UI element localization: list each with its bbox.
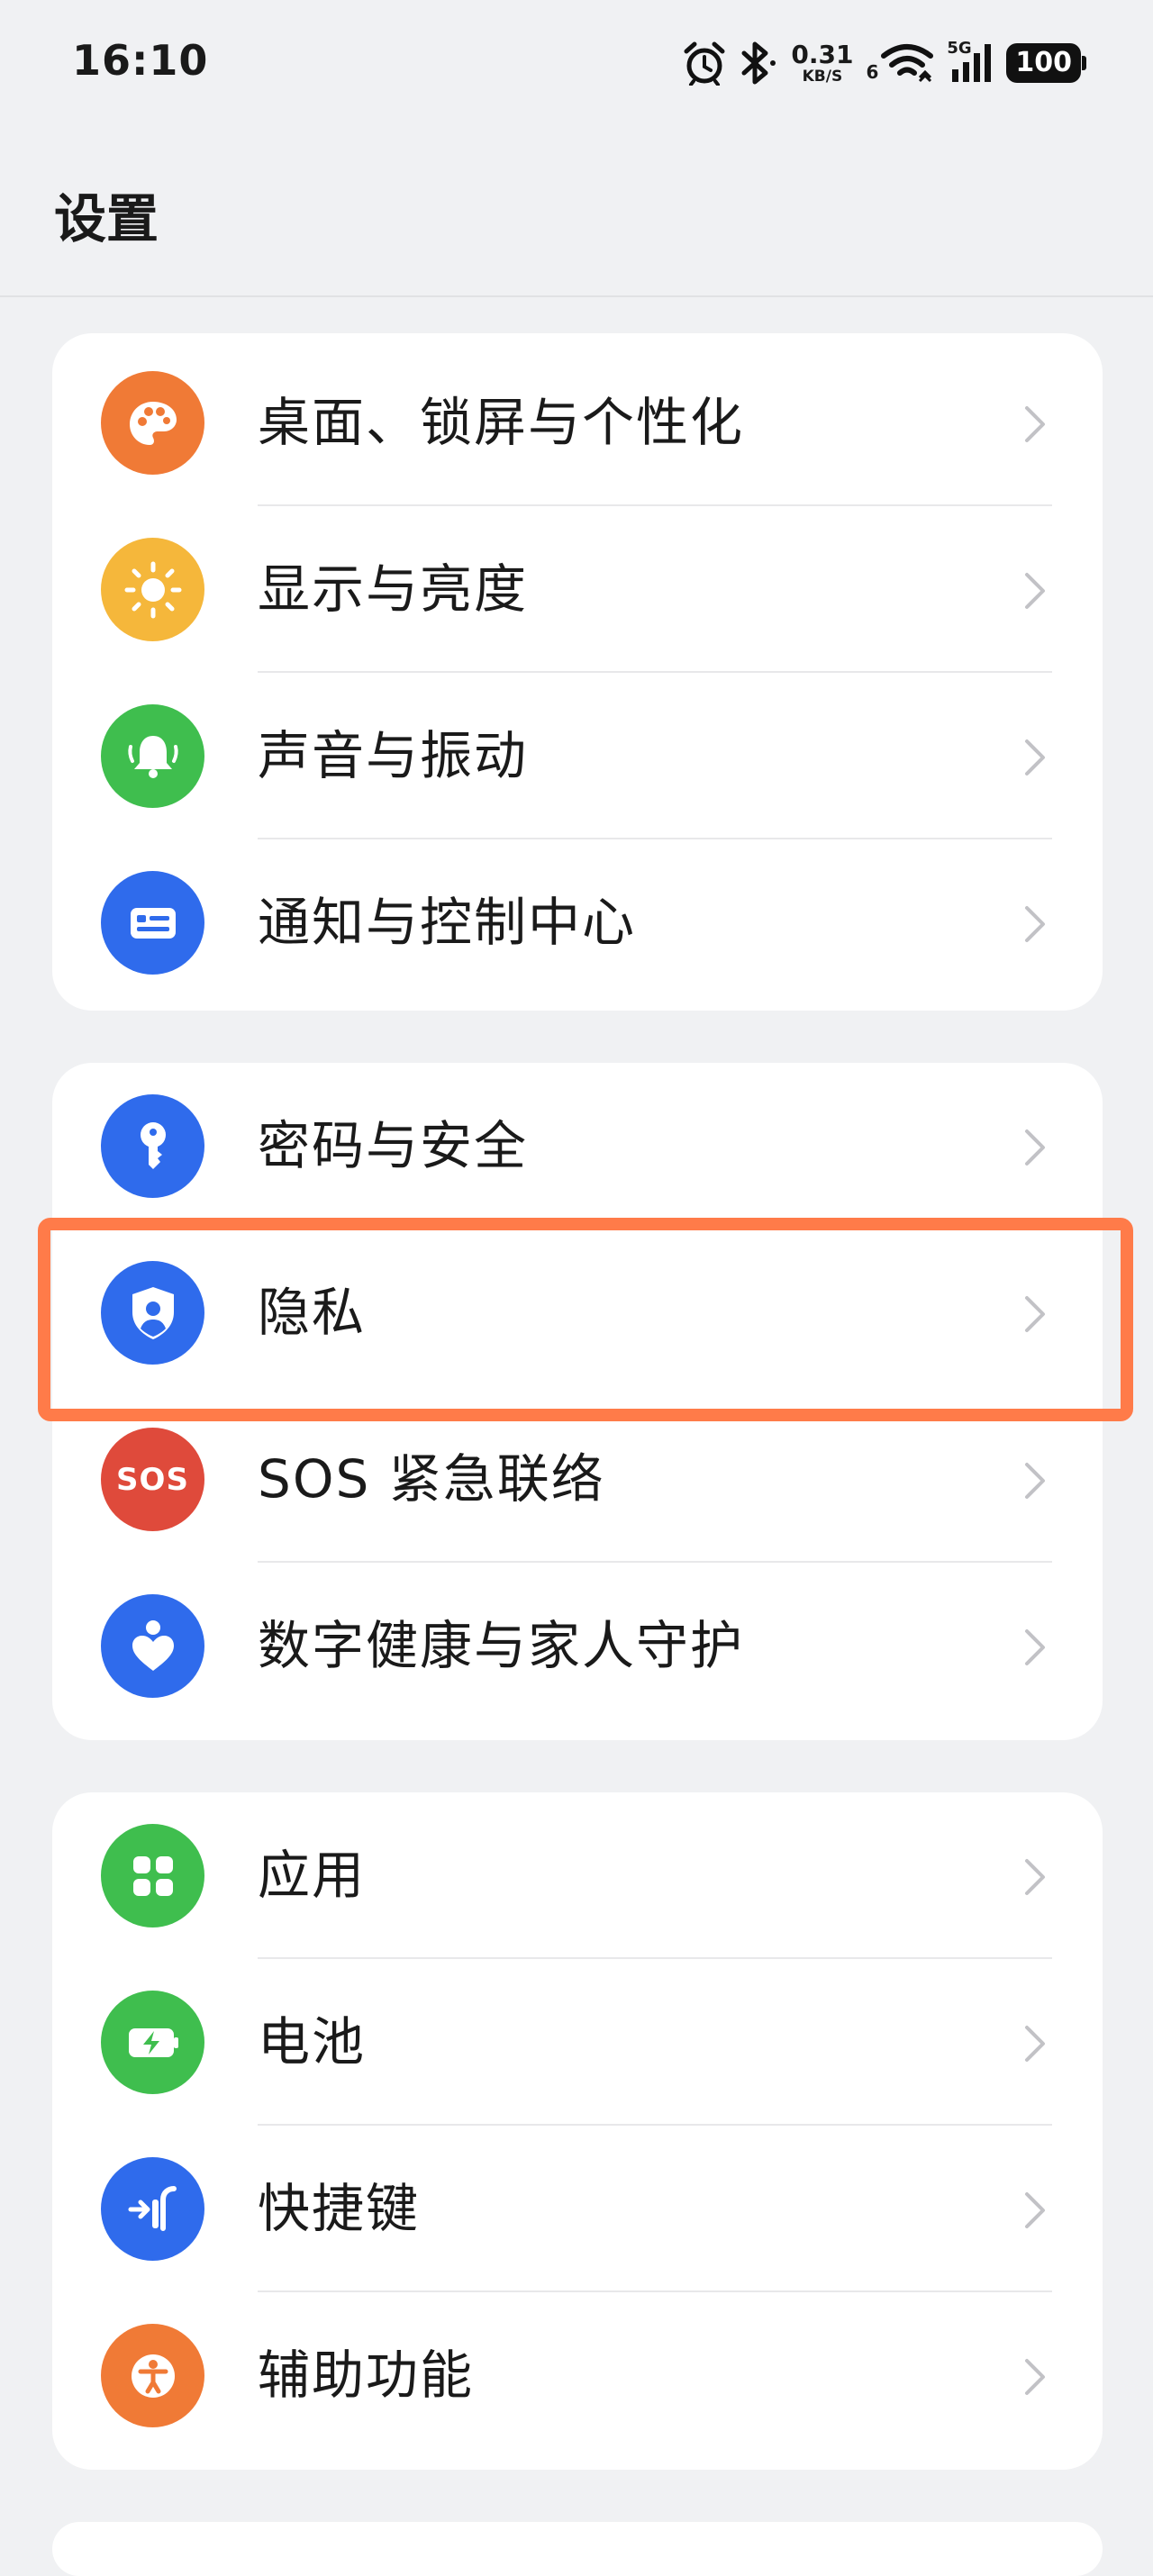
settings-item-apps[interactable]: 应用: [52, 1792, 1103, 1959]
settings-item-sound[interactable]: 声音与振动: [52, 673, 1103, 839]
cellular-signal-icon: 5G: [947, 39, 994, 84]
chevron-right-icon: [1025, 739, 1045, 776]
settings-item-label: 快捷键: [258, 2178, 421, 2239]
settings-item-notifications[interactable]: 通知与控制中心: [52, 839, 1103, 1006]
chevron-right-icon: [1025, 1859, 1045, 1895]
settings-item-label: 电池: [258, 2011, 367, 2073]
heart-person-icon: [101, 1594, 204, 1698]
status-icons: 0.31 KB/S 6 5G 100: [683, 38, 1086, 88]
settings-item-label: 声音与振动: [258, 725, 529, 786]
bluetooth-icon: [739, 41, 778, 86]
settings-group-1: 桌面、锁屏与个性化 显示与亮度 声音与振动 通知与控制中心: [52, 333, 1103, 1011]
status-time: 16:10: [72, 36, 209, 85]
settings-group-3: 应用 电池 快捷键 辅助功能: [52, 1792, 1103, 2470]
settings-item-label: 辅助功能: [258, 2345, 475, 2406]
chevron-right-icon: [1025, 2026, 1045, 2062]
settings-item-shortcuts[interactable]: 快捷键: [52, 2126, 1103, 2292]
header-divider: [0, 295, 1153, 297]
cellular-label: 5G: [947, 39, 972, 58]
settings-item-personalization[interactable]: 桌面、锁屏与个性化: [52, 340, 1103, 506]
wifi-label: 6: [866, 61, 879, 83]
settings-item-display[interactable]: 显示与亮度: [52, 506, 1103, 673]
chevron-right-icon: [1025, 406, 1045, 442]
settings-item-label: 显示与亮度: [258, 558, 529, 620]
settings-item-label: 密码与安全: [258, 1115, 529, 1176]
sos-icon: SOS: [101, 1428, 204, 1531]
settings-item-label: 应用: [258, 1845, 367, 1906]
settings-item-battery[interactable]: 电池: [52, 1959, 1103, 2126]
settings-item-label: 桌面、锁屏与个性化: [258, 392, 745, 453]
chevron-right-icon: [1025, 906, 1045, 942]
battery-icon: 100: [1006, 43, 1086, 83]
sos-icon-text: SOS: [116, 1461, 189, 1498]
settings-item-label: 通知与控制中心: [258, 892, 637, 953]
settings-item-label: 数字健康与家人守护: [258, 1615, 745, 1676]
accessibility-icon: [101, 2324, 204, 2427]
settings-item-accessibility[interactable]: 辅助功能: [52, 2292, 1103, 2459]
palette-icon: [101, 371, 204, 475]
network-speed-unit: KB/S: [802, 67, 843, 86]
wifi-icon: 6: [866, 43, 934, 83]
battery-charging-icon: [101, 1991, 204, 2094]
shortcut-icon: [101, 2157, 204, 2261]
chevron-right-icon: [1025, 2359, 1045, 2395]
chevron-right-icon: [1025, 1463, 1045, 1499]
chevron-right-icon: [1025, 2192, 1045, 2228]
chevron-right-icon: [1025, 1629, 1045, 1665]
settings-item-password-security[interactable]: 密码与安全: [52, 1063, 1103, 1229]
bell-icon: [101, 704, 204, 808]
chevron-right-icon: [1025, 573, 1045, 609]
network-speed: 0.31 KB/S: [791, 39, 854, 86]
page-title: 设置: [54, 188, 159, 249]
key-icon: [101, 1094, 204, 1198]
notification-panel-icon: [101, 871, 204, 975]
chevron-right-icon: [1025, 1129, 1045, 1166]
apps-grid-icon: [101, 1824, 204, 1927]
network-speed-value: 0.31: [791, 39, 854, 69]
settings-item-digital-wellbeing[interactable]: 数字健康与家人守护: [52, 1563, 1103, 1729]
status-bar: 16:10 0.31 KB/S 6 5G 100: [0, 0, 1153, 126]
sun-icon: [101, 538, 204, 641]
settings-group-4-partial: [52, 2522, 1103, 2576]
highlight-frame: [38, 1218, 1133, 1421]
alarm-icon: [683, 41, 726, 86]
